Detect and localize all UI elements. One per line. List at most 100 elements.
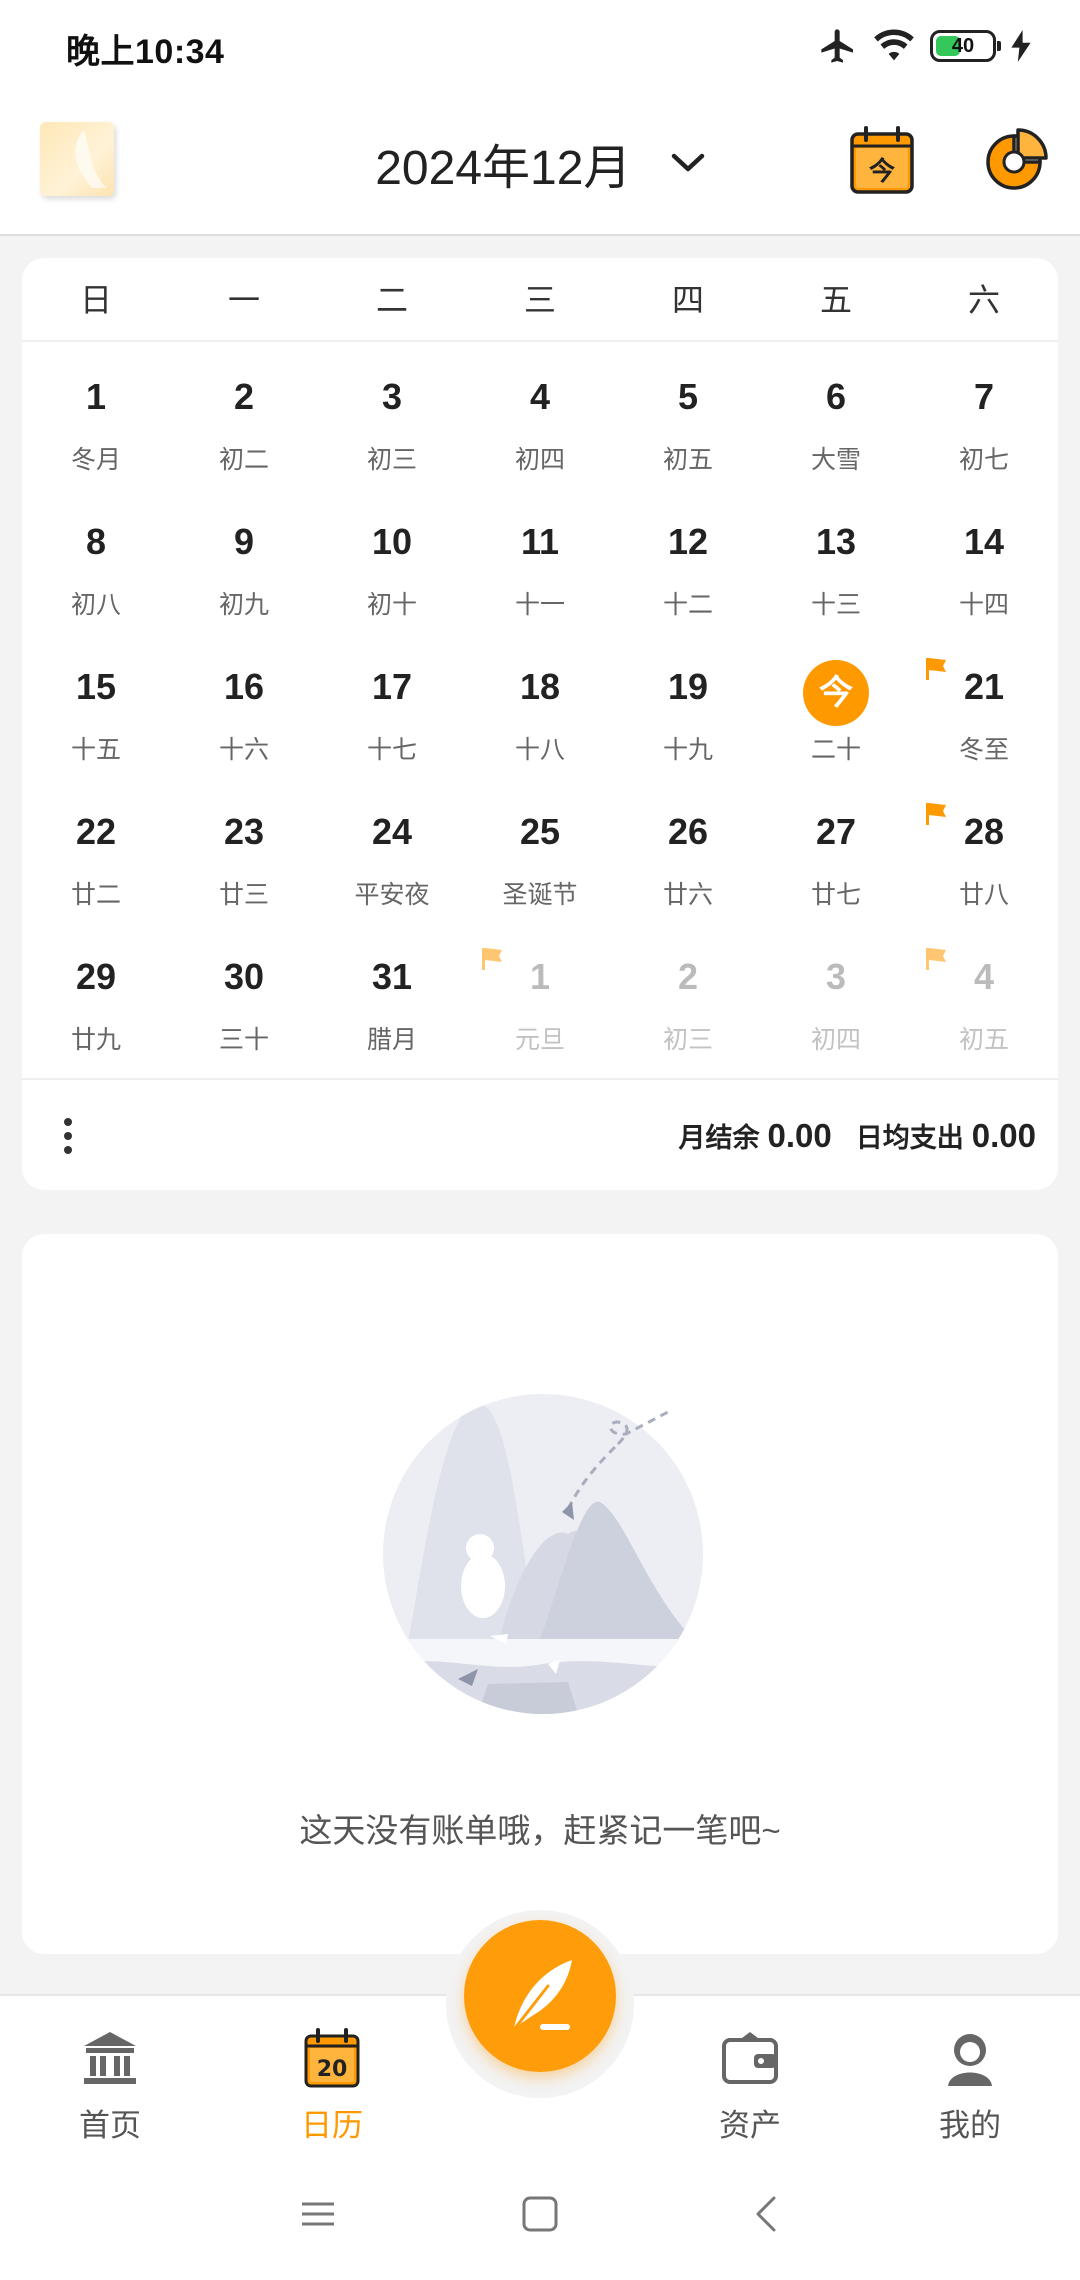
weekday-sat: 六	[967, 282, 1000, 318]
home-icon[interactable]	[518, 2192, 562, 2236]
airplane-icon	[821, 29, 853, 63]
lunar-date: 廿三	[218, 881, 269, 909]
nav-calendar[interactable]: 20 日历	[262, 2006, 402, 2143]
calendar-day-cell[interactable]: 4 初四	[466, 348, 614, 493]
add-bill-button[interactable]	[464, 1920, 616, 2072]
lunar-date: 初八	[70, 591, 121, 619]
day-number: 15	[75, 666, 117, 707]
calendar-icon-text: 20	[317, 2057, 348, 2082]
lunar-date: 十八	[514, 736, 565, 764]
lunar-date: 十二	[662, 591, 713, 619]
lunar-date: 十四	[958, 591, 1009, 619]
day-number: 13	[815, 521, 857, 562]
day-number: 8	[85, 521, 107, 562]
back-icon[interactable]	[746, 2192, 790, 2236]
calendar-day-cell[interactable]: 13 十三	[762, 493, 910, 638]
calendar-day-cell[interactable]: 26 廿六	[614, 783, 762, 928]
weekday-sun: 日	[79, 282, 112, 318]
lunar-date: 三十	[218, 1026, 269, 1054]
calendar-day-cell[interactable]: 10 初十	[318, 493, 466, 638]
lunar-date: 初三	[662, 1026, 713, 1054]
lunar-date: 廿六	[662, 881, 713, 909]
lunar-date: 十九	[662, 736, 713, 764]
month-selector[interactable]: 2024年12月	[0, 128, 1080, 198]
lunar-date: 初三	[366, 446, 417, 474]
calendar-day-cell[interactable]: 31 腊月	[318, 928, 466, 1073]
calendar-day-cell[interactable]: 3 初四	[762, 928, 910, 1073]
calendar-day-cell[interactable]: 18 十八	[466, 638, 614, 783]
calendar-day-cell[interactable]: 2 初二	[170, 348, 318, 493]
day-number: 17	[371, 666, 413, 707]
calendar-day-cell[interactable]: 16 十六	[170, 638, 318, 783]
day-number: 12	[667, 521, 709, 562]
calendar-day-cell[interactable]: 21 冬至	[910, 638, 1058, 783]
calendar-day-cell[interactable]: 8 初八	[22, 493, 170, 638]
calendar-day-cell[interactable]: 6 大雪	[762, 348, 910, 493]
day-number: 4	[973, 956, 995, 997]
calendar-day-cell[interactable]: 23 廿三	[170, 783, 318, 928]
calendar-today-icon[interactable]: 今	[848, 124, 916, 196]
chevron-down-icon	[671, 153, 705, 172]
calendar-day-cell[interactable]: 25 圣诞节	[466, 783, 614, 928]
calendar-day-cell[interactable]: 11 十一	[466, 493, 614, 638]
day-number: 4	[529, 376, 551, 417]
calendar-day-cell[interactable]: 22 廿二	[22, 783, 170, 928]
lunar-date: 初二	[218, 446, 269, 474]
calendar-day-cell[interactable]: 29 廿九	[22, 928, 170, 1073]
calendar-day-cell[interactable]: 2 初三	[614, 928, 762, 1073]
calendar-day-cell[interactable]: 28 廿八	[910, 783, 1058, 928]
wifi-icon	[874, 29, 914, 61]
day-number: 2	[233, 376, 255, 417]
day-number: 26	[667, 811, 709, 852]
day-number: 1	[85, 376, 107, 417]
more-vertical-icon[interactable]	[64, 1118, 72, 1158]
day-number: 23	[223, 811, 265, 852]
calendar-day-cell[interactable]: 12 十二	[614, 493, 762, 638]
empty-message: 这天没有账单哦，赶紧记一笔吧~	[299, 1812, 781, 1849]
day-number: 5	[677, 376, 699, 417]
calendar-day-cell[interactable]: 30 三十	[170, 928, 318, 1073]
lunar-date: 廿八	[958, 881, 1009, 909]
day-number: 19	[667, 666, 709, 707]
day-number: 16	[223, 666, 265, 707]
lunar-date: 廿七	[810, 881, 861, 909]
calendar-day-cell[interactable]: 17 十七	[318, 638, 466, 783]
lunar-date: 初四	[514, 446, 565, 474]
day-number: 28	[963, 811, 1005, 852]
calendar-day-cell[interactable]: 今二十	[762, 638, 910, 783]
weekday-mon: 一	[227, 282, 260, 318]
calendar-grid: 1 冬月 2 初二 3 初三 4 初四 5 初五 6 大雪 7 初七 8 初八 9 初九 10 初十 11 十一 12 十二 1…	[22, 342, 1058, 1073]
lunar-date: 大雪	[810, 446, 861, 474]
nav-profile[interactable]: 我的	[900, 2006, 1040, 2143]
lunar-date: 圣诞节	[502, 881, 578, 909]
calendar-day-cell[interactable]: 24 平安夜	[318, 783, 466, 928]
calendar-day-cell[interactable]: 3 初三	[318, 348, 466, 493]
menu-icon[interactable]	[296, 2192, 340, 2236]
lunar-date: 平安夜	[354, 881, 430, 909]
calendar-day-cell[interactable]: 1 冬月	[22, 348, 170, 493]
day-number: 1	[529, 956, 551, 997]
calendar-day-cell[interactable]: 9 初九	[170, 493, 318, 638]
nav-assets[interactable]: 资产	[680, 2006, 820, 2143]
system-nav-bar	[0, 2148, 1080, 2280]
lunar-date: 初七	[958, 446, 1009, 474]
lunar-date: 冬月	[70, 446, 121, 474]
calendar-day-cell[interactable]: 27 廿七	[762, 783, 910, 928]
status-icons: 40	[818, 26, 1032, 66]
calendar-day-cell[interactable]: 15 十五	[22, 638, 170, 783]
calendar-day-cell[interactable]: 5 初五	[614, 348, 762, 493]
lunar-date: 腊月	[366, 1026, 417, 1054]
calendar-day-cell[interactable]: 14 十四	[910, 493, 1058, 638]
pie-chart-icon[interactable]	[982, 124, 1050, 196]
calendar-day-cell[interactable]: 19 十九	[614, 638, 762, 783]
day-number: 21	[963, 666, 1005, 707]
lunar-date: 初四	[810, 1026, 861, 1054]
calendar-day-cell[interactable]: 7 初七	[910, 348, 1058, 493]
nav-home[interactable]: 首页	[40, 2006, 180, 2143]
day-number: 2	[677, 956, 699, 997]
calendar-day-cell[interactable]: 1 元旦	[466, 928, 614, 1073]
day-number: 22	[75, 811, 117, 852]
calendar-day-cell[interactable]: 4 初五	[910, 928, 1058, 1073]
charging-bolt-icon	[1011, 30, 1031, 62]
weekday-tue: 二	[375, 282, 408, 318]
